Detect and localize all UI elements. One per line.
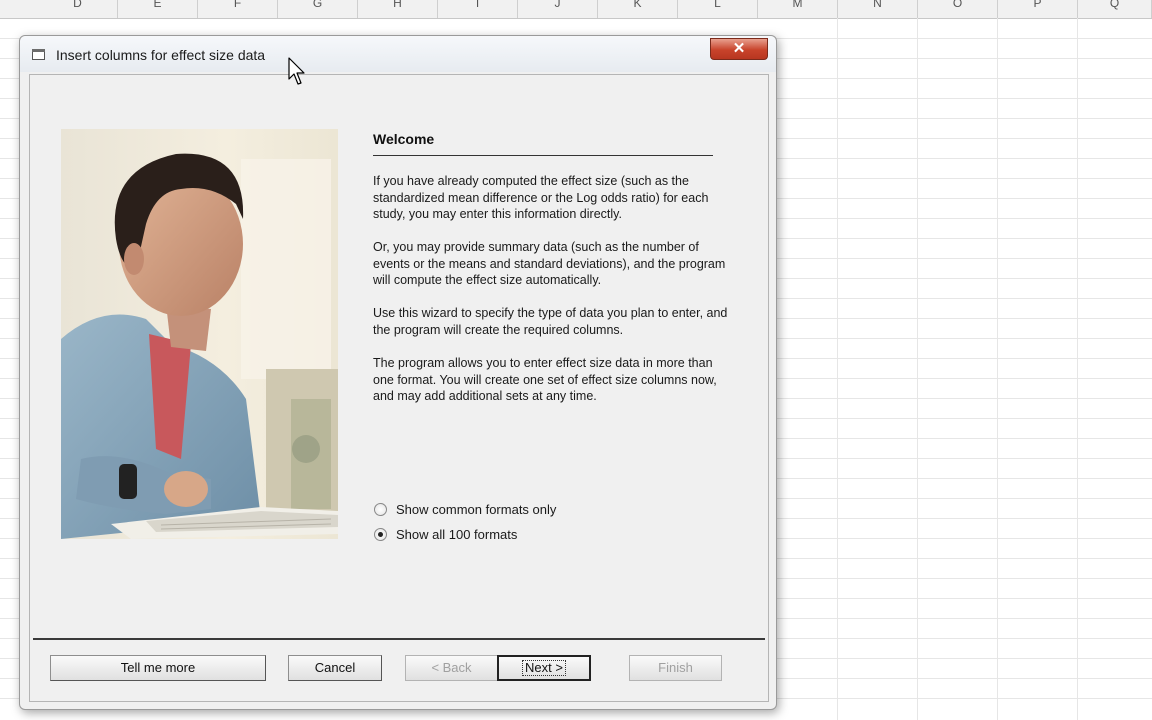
column-header-row: D E F G H I J K L M N O P Q bbox=[0, 0, 1152, 19]
next-button[interactable]: Next > bbox=[497, 655, 591, 681]
next-button-label: Next > bbox=[522, 660, 566, 676]
intro-paragraph-1: If you have already computed the effect … bbox=[373, 174, 709, 221]
mouse-pointer-icon bbox=[288, 57, 305, 85]
column-header-f[interactable]: F bbox=[198, 0, 278, 18]
grid-line bbox=[837, 18, 838, 720]
tell-me-more-button[interactable]: Tell me more bbox=[50, 655, 266, 681]
boy-at-keyboard-image bbox=[61, 129, 338, 539]
column-header-q[interactable]: Q bbox=[1078, 0, 1152, 18]
intro-paragraph-4: The program allows you to enter effect s… bbox=[373, 356, 717, 403]
dialog-client-area: Welcome If you have already computed the… bbox=[29, 74, 769, 702]
wizard-illustration-photo bbox=[61, 129, 338, 539]
column-header-h[interactable]: H bbox=[358, 0, 438, 18]
heading-divider bbox=[373, 155, 713, 156]
radio-button-checked[interactable] bbox=[374, 528, 387, 541]
column-header-d[interactable]: D bbox=[38, 0, 118, 18]
radio-button-unchecked[interactable] bbox=[374, 503, 387, 516]
grid-line bbox=[917, 18, 918, 720]
column-header-j[interactable]: J bbox=[518, 0, 598, 18]
intro-paragraph-2: Or, you may provide summary data (such a… bbox=[373, 240, 726, 287]
column-header-g[interactable]: G bbox=[278, 0, 358, 18]
column-header-i[interactable]: I bbox=[438, 0, 518, 18]
finish-button[interactable]: Finish bbox=[629, 655, 722, 681]
column-header-n[interactable]: N bbox=[838, 0, 918, 18]
column-header-k[interactable]: K bbox=[598, 0, 678, 18]
intro-paragraph-3: Use this wizard to specify the type of d… bbox=[373, 306, 728, 337]
column-header-p[interactable]: P bbox=[998, 0, 1078, 18]
footer-separator bbox=[33, 638, 765, 640]
close-button[interactable]: ✕ bbox=[710, 38, 768, 60]
column-header-e[interactable]: E bbox=[118, 0, 198, 18]
column-header-o[interactable]: O bbox=[918, 0, 998, 18]
cancel-button[interactable]: Cancel bbox=[288, 655, 382, 681]
column-header-m[interactable]: M bbox=[758, 0, 838, 18]
welcome-heading: Welcome bbox=[373, 131, 435, 147]
grid-line bbox=[997, 18, 998, 720]
wizard-dialog: Insert columns for effect size data ✕ We… bbox=[19, 35, 777, 710]
column-header-l[interactable]: L bbox=[678, 0, 758, 18]
back-button[interactable]: < Back bbox=[405, 655, 498, 681]
radio-label[interactable]: Show common formats only bbox=[396, 502, 556, 517]
dialog-titlebar[interactable]: Insert columns for effect size data ✕ bbox=[20, 36, 776, 72]
grid-line bbox=[1077, 18, 1078, 720]
close-icon: ✕ bbox=[732, 40, 746, 57]
window-icon bbox=[32, 49, 45, 60]
dialog-title: Insert columns for effect size data bbox=[56, 47, 266, 63]
radio-label[interactable]: Show all 100 formats bbox=[396, 527, 517, 542]
